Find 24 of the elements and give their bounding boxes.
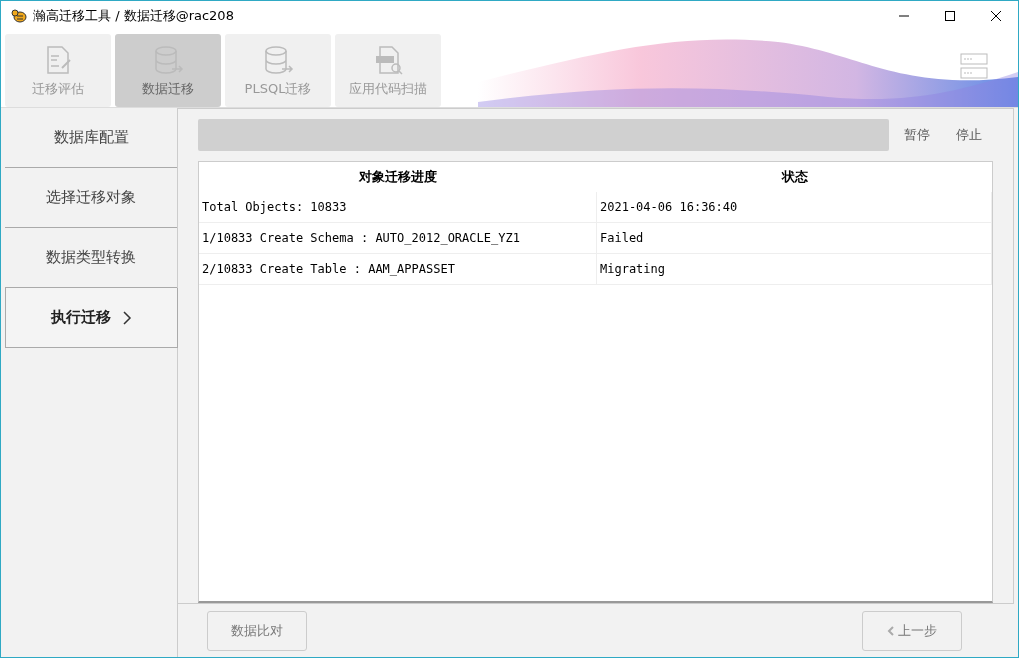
window-title: 瀚高迁移工具 / 数据迁移@rac208 — [33, 7, 234, 25]
app-logo-icon — [11, 8, 27, 24]
database-icon — [262, 43, 294, 76]
column-header: 状态 — [780, 168, 809, 186]
action-button[interactable]: 停止 — [945, 125, 993, 145]
table-cell: Total Objects: 10833 — [199, 192, 597, 222]
maximize-icon[interactable] — [944, 10, 956, 22]
table-cell: 2/10833 Create Table : AAM_APPASSET — [199, 254, 597, 284]
table-cell: 2021-04-06 16:36:40 — [597, 192, 992, 222]
previous-step-button[interactable]: 上一步 — [862, 610, 962, 651]
action-button[interactable]: 暂停 — [893, 125, 941, 145]
column-header: 对象迁移进度 — [358, 168, 438, 186]
sidebar-item[interactable]: 执行迁移 — [5, 288, 178, 348]
table-cell: 1/10833 Create Schema : AUTO_2012_ORACLE_YZ1 — [199, 223, 597, 253]
sidebar-item[interactable]: 数据库配置 — [5, 108, 177, 168]
close-icon[interactable] — [990, 10, 1002, 22]
sidebar-item[interactable]: 选择迁移对象 — [5, 168, 177, 228]
table-cell: Migrating — [597, 254, 992, 284]
compare-data-button[interactable]: 数据比对 — [207, 610, 307, 651]
server-icon — [960, 53, 988, 79]
chevron-left-icon — [887, 625, 895, 636]
chevron-right-icon — [123, 310, 132, 325]
table-cell: Failed — [597, 223, 992, 253]
toolbar-tab[interactable]: 数据迁移 — [115, 34, 221, 107]
